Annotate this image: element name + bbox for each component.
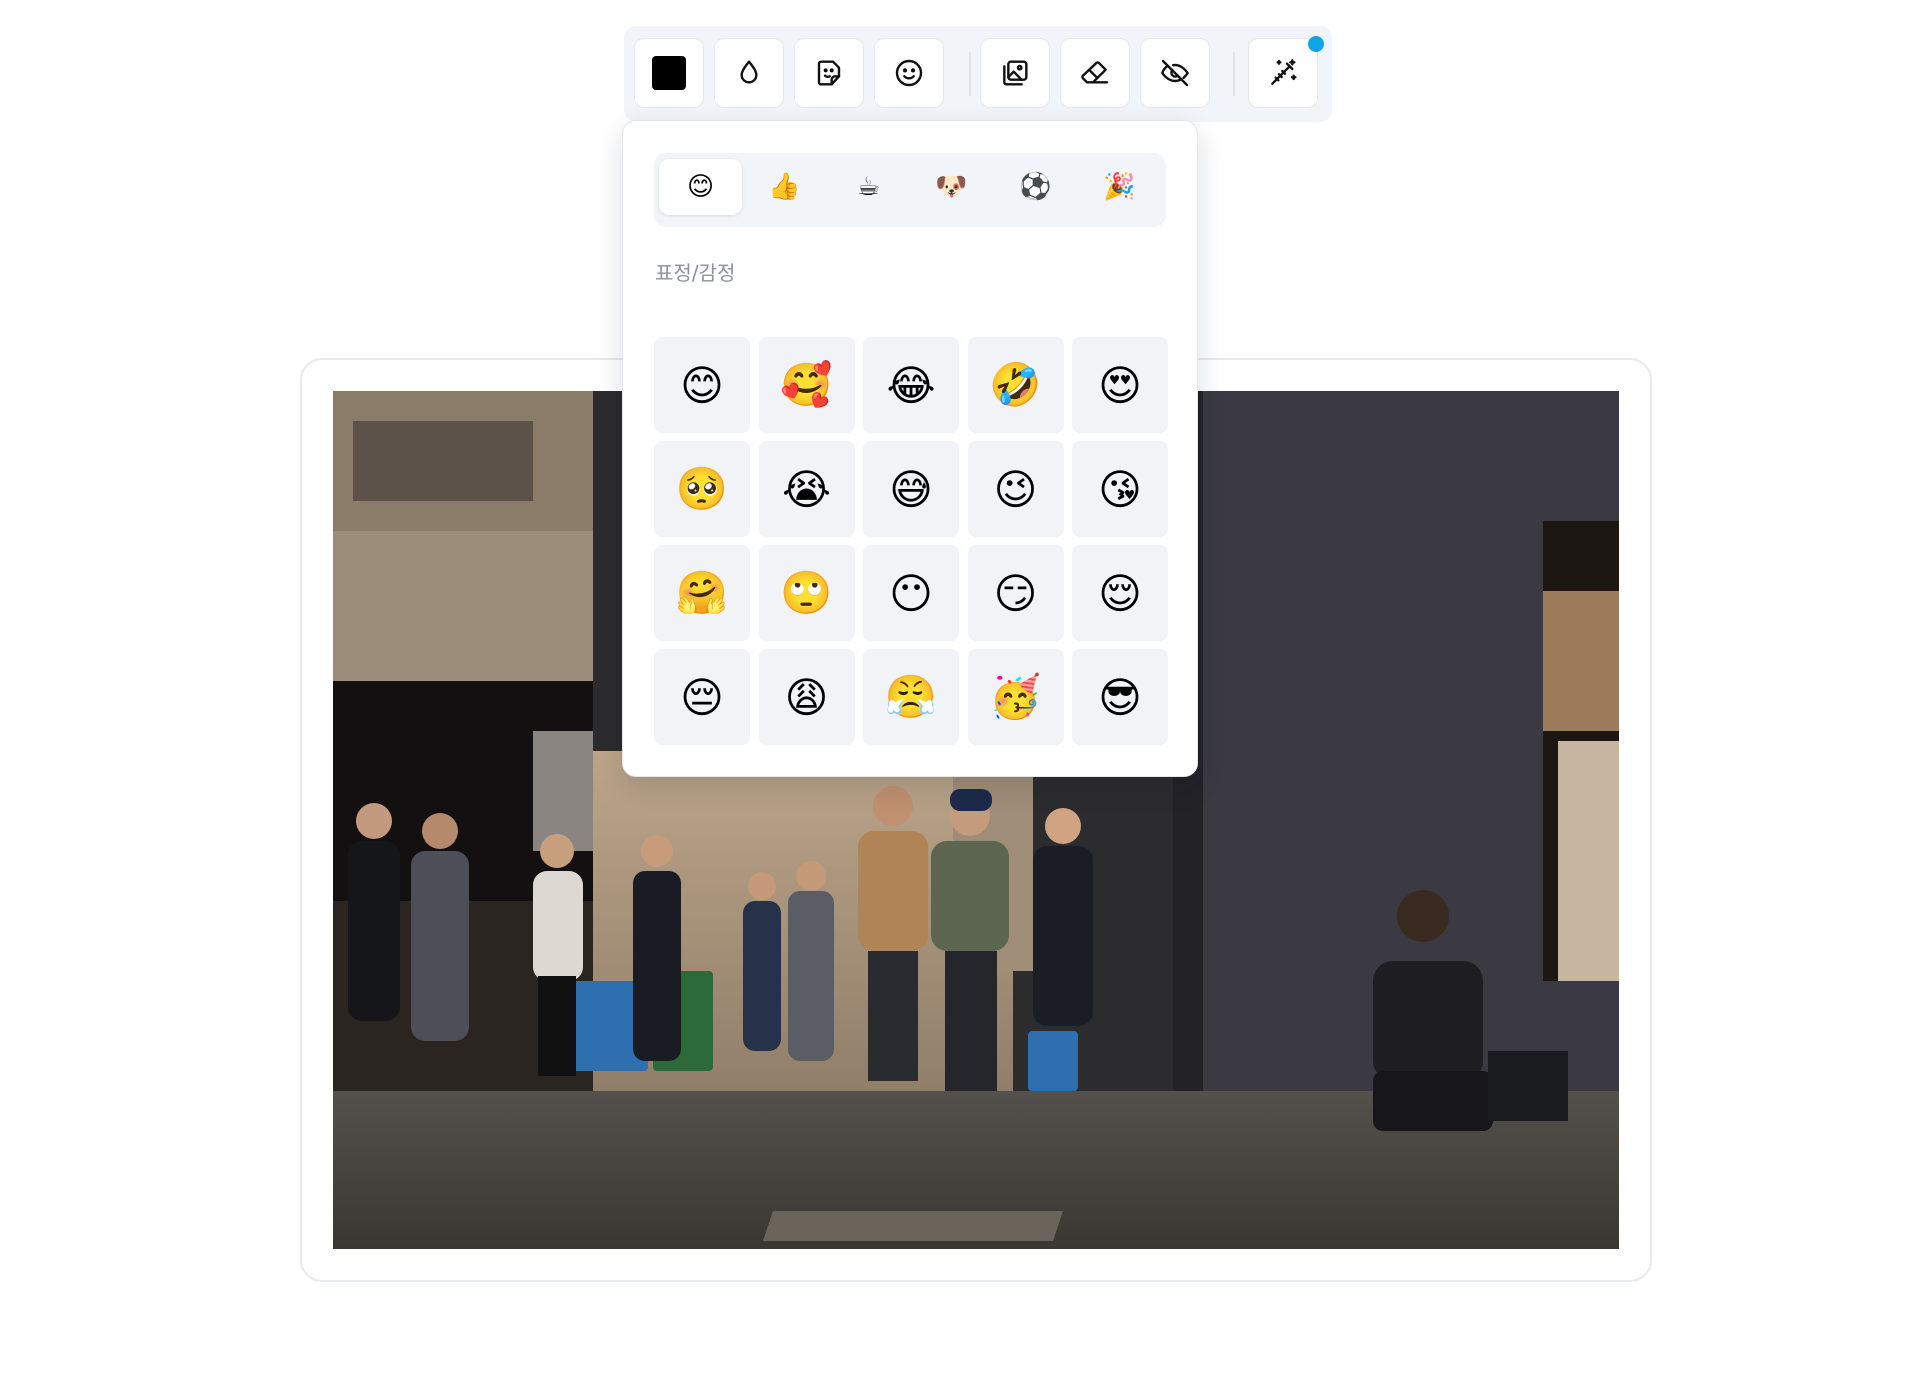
emoji-cell[interactable]: 😂 [863, 337, 959, 433]
dog-icon: 🐶 [935, 172, 968, 202]
emoji-cell[interactable]: 😍 [1072, 337, 1168, 433]
emoji-cell[interactable]: 😎 [1072, 649, 1168, 745]
thumbs-up-icon: 👍 [768, 172, 801, 202]
party-popper-icon: 🎉 [1103, 172, 1136, 202]
emoji-cell[interactable]: 🤗 [654, 545, 750, 641]
emoji-cell[interactable]: 🤣 [967, 337, 1064, 433]
smile-icon [895, 59, 923, 87]
editor-toolbar [624, 26, 1332, 122]
sticker-icon [817, 60, 841, 86]
tab-celebration[interactable]: 🎉 [1078, 159, 1161, 215]
color-picker-button[interactable] [634, 38, 704, 108]
emoji-cell[interactable]: 😌 [1072, 545, 1168, 641]
emoji-category-tabs: 😊 👍 ☕ 🐶 ⚽ 🎉 [654, 153, 1166, 227]
magic-wand-icon [1271, 59, 1297, 85]
emoji-cell[interactable]: 😭 [758, 441, 855, 537]
sticker-button[interactable] [794, 38, 864, 108]
emoji-cell[interactable]: 😊 [654, 337, 750, 433]
tab-animals[interactable]: 🐶 [910, 159, 993, 215]
emoji-cell[interactable]: 🙄 [758, 545, 855, 641]
hide-button[interactable] [1140, 38, 1210, 108]
emoji-cell[interactable]: 😔 [654, 649, 750, 745]
tab-smileys[interactable]: 😊 [659, 159, 742, 215]
emoji-cell[interactable]: 😉 [967, 441, 1064, 537]
color-swatch [652, 56, 686, 90]
eraser-button[interactable] [1060, 38, 1130, 108]
emoji-category-label: 표정/감정 [655, 261, 736, 285]
emoji-button[interactable] [874, 38, 944, 108]
emoji-cell[interactable]: 😩 [758, 649, 855, 745]
emoji-cell[interactable]: 😘 [1072, 441, 1168, 537]
droplet-icon [740, 60, 758, 84]
emoji-picker-panel: 😊 👍 ☕ 🐶 ⚽ 🎉 표정/감정 😊 🥰 😂 🤣 😍 🥺 😭 😅 😉 😘 🤗 🙄 😶 😏 😌 😔 😩 😤 🥳 😎 [622, 120, 1198, 777]
tab-gestures[interactable]: 👍 [743, 159, 826, 215]
toolbar-divider [969, 52, 971, 96]
image-gallery-button[interactable] [980, 38, 1050, 108]
emoji-cell[interactable]: 😏 [967, 545, 1064, 641]
tab-food[interactable]: ☕ [827, 159, 910, 215]
toolbar-divider [1233, 52, 1235, 96]
coffee-icon: ☕ [856, 172, 881, 202]
emoji-cell[interactable]: 😤 [863, 649, 959, 745]
soccer-ball-icon: ⚽ [1019, 172, 1052, 202]
opacity-button[interactable] [714, 38, 784, 108]
emoji-cell[interactable]: 😶 [863, 545, 959, 641]
notification-dot [1308, 36, 1324, 52]
emoji-cell[interactable]: 😅 [863, 441, 959, 537]
emoji-cell[interactable]: 🥺 [654, 441, 750, 537]
magic-button[interactable] [1248, 38, 1318, 108]
smileys-tab-icon: 😊 [686, 172, 715, 202]
emoji-cell[interactable]: 🥰 [758, 337, 855, 433]
eye-off-icon [1161, 59, 1189, 87]
tab-sports[interactable]: ⚽ [994, 159, 1077, 215]
image-gallery-icon [1003, 60, 1028, 86]
eraser-icon [1081, 61, 1109, 84]
emoji-grid: 😊 🥰 😂 🤣 😍 🥺 😭 😅 😉 😘 🤗 🙄 😶 😏 😌 😔 😩 😤 🥳 😎 [654, 337, 1168, 745]
emoji-cell[interactable]: 🥳 [967, 649, 1064, 745]
